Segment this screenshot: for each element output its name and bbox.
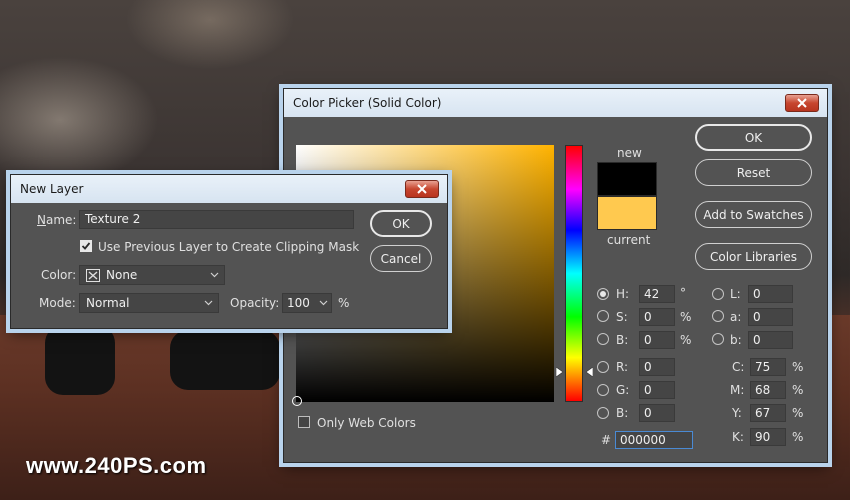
blend-mode-select[interactable]: Normal	[79, 293, 219, 313]
clipping-mask-checkbox[interactable]	[80, 240, 92, 252]
lab-a-input[interactable]: 0	[748, 308, 793, 326]
new-layer-close-button[interactable]	[405, 180, 439, 198]
chevron-down-icon	[210, 272, 219, 278]
magenta-unit: %	[792, 383, 804, 397]
lab-b-radio[interactable]	[712, 333, 724, 345]
brightness-unit: %	[680, 333, 692, 347]
color-label: Color:	[41, 268, 77, 282]
background-object	[170, 330, 280, 390]
watermark-text: www.240PS.com	[26, 453, 207, 478]
chevron-down-icon	[204, 300, 213, 306]
blue-input[interactable]: 0	[639, 404, 675, 422]
hue-slider-left-arrow[interactable]	[556, 367, 564, 377]
hue-slider-right-arrow[interactable]	[585, 367, 593, 377]
magenta-input[interactable]: 68	[750, 381, 786, 399]
blue-label: B:	[616, 406, 629, 420]
saturation-unit: %	[680, 310, 692, 324]
hex-input[interactable]: 000000	[615, 431, 693, 449]
new-layer-ok-button[interactable]: OK	[370, 210, 432, 237]
black-label: K:	[732, 430, 744, 444]
no-color-icon	[86, 269, 100, 282]
add-to-swatches-button[interactable]: Add to Swatches	[695, 201, 812, 228]
saturation-radio[interactable]	[597, 310, 609, 322]
cyan-unit: %	[792, 360, 804, 374]
background-object	[45, 325, 115, 395]
brightness-radio[interactable]	[597, 333, 609, 345]
lab-l-label: L:	[730, 287, 741, 301]
hue-slider[interactable]	[565, 145, 583, 402]
chevron-down-icon	[319, 300, 328, 306]
opacity-label: Opacity:	[230, 296, 280, 310]
lab-a-label: a:	[730, 310, 742, 324]
cyan-label: C:	[732, 360, 745, 374]
yellow-label: Y:	[732, 406, 742, 420]
layer-name-input[interactable]: Texture 2	[79, 210, 354, 229]
blue-radio[interactable]	[597, 407, 609, 419]
clipping-mask-label: Use Previous Layer to Create Clipping Ma…	[98, 240, 360, 254]
layer-color-value: None	[106, 268, 138, 282]
brightness-label: B:	[616, 333, 629, 347]
green-label: G:	[616, 383, 630, 397]
lab-l-input[interactable]: 0	[748, 285, 793, 303]
color-libraries-button[interactable]: Color Libraries	[695, 243, 812, 270]
opacity-unit: %	[338, 296, 350, 310]
green-radio[interactable]	[597, 384, 609, 396]
name-label: Name:	[37, 213, 77, 227]
hue-unit: °	[680, 286, 686, 300]
hex-label: #	[601, 433, 612, 447]
new-color-swatch	[597, 162, 657, 196]
yellow-input[interactable]: 67	[750, 404, 786, 422]
close-icon	[417, 184, 427, 194]
close-icon	[797, 98, 807, 108]
cyan-input[interactable]: 75	[750, 358, 786, 376]
reset-button[interactable]: Reset	[695, 159, 812, 186]
lab-b-label: b:	[730, 333, 742, 347]
saturation-input[interactable]: 0	[639, 308, 675, 326]
color-picker-titlebar[interactable]: Color Picker (Solid Color)	[284, 89, 827, 117]
black-unit: %	[792, 430, 804, 444]
lab-a-radio[interactable]	[712, 310, 724, 322]
checkmark-icon	[81, 242, 91, 250]
red-radio[interactable]	[597, 361, 609, 373]
blend-mode-value: Normal	[86, 296, 130, 310]
current-color-swatch[interactable]	[597, 196, 657, 230]
opacity-select[interactable]: 100	[282, 293, 332, 313]
name-label-rest: ame:	[45, 213, 77, 227]
yellow-unit: %	[792, 406, 804, 420]
only-web-colors-checkbox[interactable]	[298, 416, 310, 428]
red-label: R:	[616, 360, 629, 374]
color-field-cursor[interactable]	[292, 396, 302, 406]
lab-l-radio[interactable]	[712, 288, 724, 300]
magenta-label: M:	[730, 383, 745, 397]
current-color-label: current	[607, 233, 651, 247]
new-color-label: new	[617, 146, 642, 160]
layer-color-select[interactable]: None	[79, 265, 225, 285]
saturation-label: S:	[616, 310, 628, 324]
green-input[interactable]: 0	[639, 381, 675, 399]
lab-b-input[interactable]: 0	[748, 331, 793, 349]
new-layer-title: New Layer	[20, 182, 84, 196]
new-layer-titlebar[interactable]: New Layer	[11, 175, 447, 203]
hue-label: H:	[616, 287, 630, 301]
new-layer-dialog: New Layer Name: Texture 2 Use Previous L…	[10, 174, 448, 329]
hue-input[interactable]: 42	[639, 285, 675, 303]
color-picker-close-button[interactable]	[785, 94, 819, 112]
only-web-colors-label: Only Web Colors	[317, 416, 416, 430]
hue-radio[interactable]	[597, 288, 609, 300]
ok-button[interactable]: OK	[695, 124, 812, 151]
black-input[interactable]: 90	[750, 428, 786, 446]
brightness-input[interactable]: 0	[639, 331, 675, 349]
opacity-value: 100	[287, 296, 310, 310]
mode-label: Mode:	[39, 296, 76, 310]
new-layer-cancel-button[interactable]: Cancel	[370, 245, 432, 272]
color-picker-title: Color Picker (Solid Color)	[293, 96, 442, 110]
red-input[interactable]: 0	[639, 358, 675, 376]
